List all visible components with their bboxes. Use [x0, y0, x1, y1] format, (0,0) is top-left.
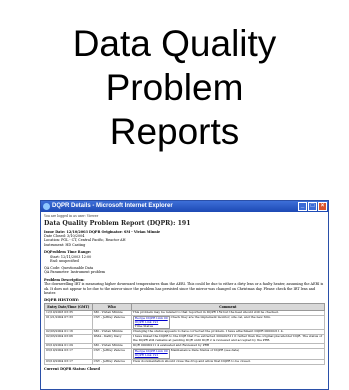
slide-title-line: Reports — [109, 111, 240, 152]
table-row: 01/21/2004 07:33 CSY - Jeffrey Zanove Re… — [44, 315, 326, 331]
linked-record-box: Recipe DQPR Link 00 DQPR Link 191 Time S… — [132, 316, 170, 330]
slide-title-line: Data Quality — [72, 23, 277, 64]
logged-in-text: You are logged in as user: Viewer — [44, 214, 99, 218]
record-link-label: Time Status — [134, 323, 154, 328]
close-icon[interactable]: × — [318, 202, 327, 211]
entry-who: CSY - Jeffrey Zanove — [91, 348, 132, 360]
entry-comment: Recipe DQPR Link 00 DQPR Link 191 Mainte… — [130, 348, 326, 360]
record-link[interactable]: DQPR Link 191 — [135, 353, 158, 357]
report-meta: Issue Date: 12/10/2003 DQPR Originator: … — [44, 230, 325, 248]
entry-who: CSY - Jeffrey Zanove — [91, 358, 132, 365]
page-heading: Data Quality Problem Report (DQPR): 191 — [44, 219, 191, 227]
window-controls: _ □ × — [298, 202, 327, 211]
meta-line: Instrument: HD Casting — [44, 242, 86, 247]
history-heading: DQPR HISTORY: — [44, 296, 79, 302]
window-titlebar[interactable]: DQPR Details - Microsoft Internet Explor… — [41, 201, 328, 212]
entry-date: 03/10/2004 03:17 — [44, 358, 93, 365]
maximize-icon[interactable]: □ — [308, 202, 317, 211]
page-content: You are logged in as user: Viewer Data Q… — [41, 212, 328, 373]
entry-note: Maintenance Date Status of DQPR (see dat… — [170, 348, 240, 353]
problem-description: The downwelling IRT is measuring higher … — [44, 282, 324, 296]
entry-comment: Recipe DQPR Link 00 DQPR Link 191 Time S… — [130, 315, 326, 331]
internet-explorer-icon — [43, 203, 50, 210]
entry-comment: View documentation should close the drop… — [130, 358, 326, 365]
entry-note: Check they are the implement monitor, si… — [170, 315, 271, 320]
browser-window-screenshot: DQPR Details - Microsoft Internet Explor… — [40, 200, 329, 390]
entry-date: 01/21/2004 07:33 — [44, 315, 93, 331]
table-row: 03/10/2004 03:17 CSY - Jeffrey Zanove Re… — [44, 348, 326, 360]
current-status: Current DQPR Status: Closed — [44, 366, 100, 371]
slide-title: Data Quality Problem Reports — [0, 22, 349, 154]
window-title: DQPR Details - Microsoft Internet Explor… — [52, 203, 173, 209]
slide-title-line: Problem — [105, 67, 244, 108]
table-row: 03/10/2004 03:17 CSY - Jeffrey Zanove Vi… — [44, 358, 326, 365]
entry-who: CSY - Jeffrey Zanove — [91, 315, 132, 331]
linked-record-box: Recipe DQPR Link 00 DQPR Link 191 — [132, 349, 170, 359]
minimize-icon[interactable]: _ — [298, 202, 307, 211]
qa-parameter: QA Parameter: Instrument problem — [44, 270, 106, 275]
history-table: Entry Date/Time (GMT) Who Comment 12/10/… — [44, 303, 326, 365]
entry-date: 03/10/2004 03:17 — [44, 348, 93, 360]
